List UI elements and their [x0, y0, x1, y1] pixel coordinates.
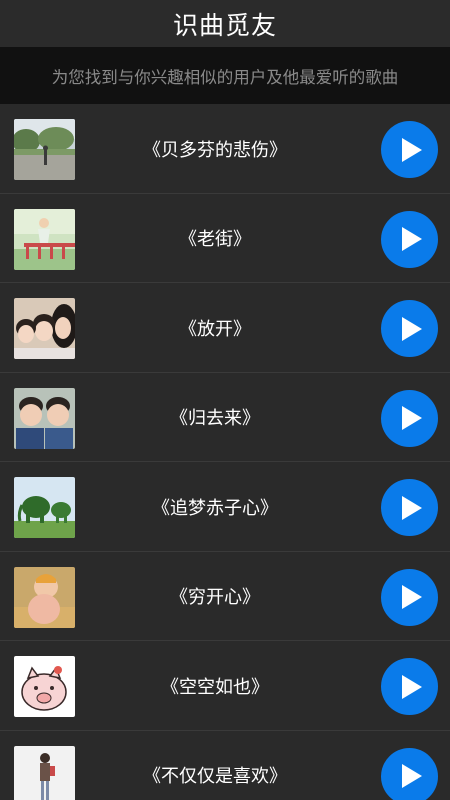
song-title: 《贝多芬的悲伤》 — [143, 139, 287, 161]
play-button[interactable] — [381, 479, 438, 536]
person-standing-photo-thumbnail — [14, 745, 75, 800]
play-button[interactable] — [381, 121, 438, 178]
song-title: 《不仅仅是喜欢》 — [143, 766, 287, 787]
play-icon — [402, 585, 422, 609]
park-photo-thumbnail — [14, 119, 75, 180]
song-title: 《老街》 — [179, 229, 251, 250]
play-button[interactable] — [381, 747, 438, 800]
baby-photo-thumbnail — [14, 566, 75, 628]
play-icon — [402, 227, 422, 251]
play-icon — [402, 137, 422, 162]
play-button[interactable] — [381, 300, 438, 357]
song-list: 《贝多芬的悲伤》 《老街》 《放开》 《归去来》 《追梦赤子心》 《穷开心》 《… — [0, 104, 450, 800]
play-button[interactable] — [381, 658, 438, 715]
play-icon — [402, 495, 422, 520]
song-row[interactable]: 《追梦赤子心》 — [0, 462, 450, 552]
page-title: 识曲觅友 — [172, 10, 277, 40]
app-window: 识曲觅友 为您找到与你兴趣相似的用户及他最爱听的歌曲 《贝多芬的悲伤》 《老街》… — [0, 0, 450, 800]
elephant-topiary-photo-thumbnail — [14, 477, 75, 538]
subtitle-bar: 为您找到与你兴趣相似的用户及他最爱听的歌曲 — [0, 47, 450, 104]
play-icon — [402, 406, 422, 430]
play-button[interactable] — [381, 389, 438, 447]
play-button[interactable] — [381, 568, 438, 626]
play-icon — [402, 316, 422, 341]
header-bar: 识曲觅友 — [0, 0, 450, 47]
song-row[interactable]: 《放开》 — [0, 283, 450, 373]
play-button[interactable] — [381, 210, 438, 268]
song-row[interactable]: 《不仅仅是喜欢》 — [0, 731, 450, 800]
song-row[interactable]: 《老街》 — [0, 194, 450, 283]
pig-cartoon-thumbnail — [14, 656, 75, 717]
song-row[interactable]: 《归去来》 — [0, 373, 450, 462]
song-row[interactable]: 《空空如也》 — [0, 641, 450, 731]
subtitle-text: 为您找到与你兴趣相似的用户及他最爱听的歌曲 — [51, 67, 399, 87]
family-selfie-thumbnail — [14, 298, 75, 359]
song-title: 《追梦赤子心》 — [152, 497, 278, 519]
girl-on-bridge-illustration-thumbnail — [14, 208, 75, 270]
song-title: 《穷开心》 — [170, 587, 260, 608]
play-icon — [402, 674, 422, 699]
song-title: 《空空如也》 — [161, 676, 269, 698]
song-row[interactable]: 《穷开心》 — [0, 552, 450, 641]
song-title: 《归去来》 — [170, 408, 260, 429]
song-row[interactable]: 《贝多芬的悲伤》 — [0, 104, 450, 194]
two-boys-photo-thumbnail — [14, 387, 75, 449]
song-title: 《放开》 — [179, 318, 251, 340]
play-icon — [402, 764, 422, 788]
